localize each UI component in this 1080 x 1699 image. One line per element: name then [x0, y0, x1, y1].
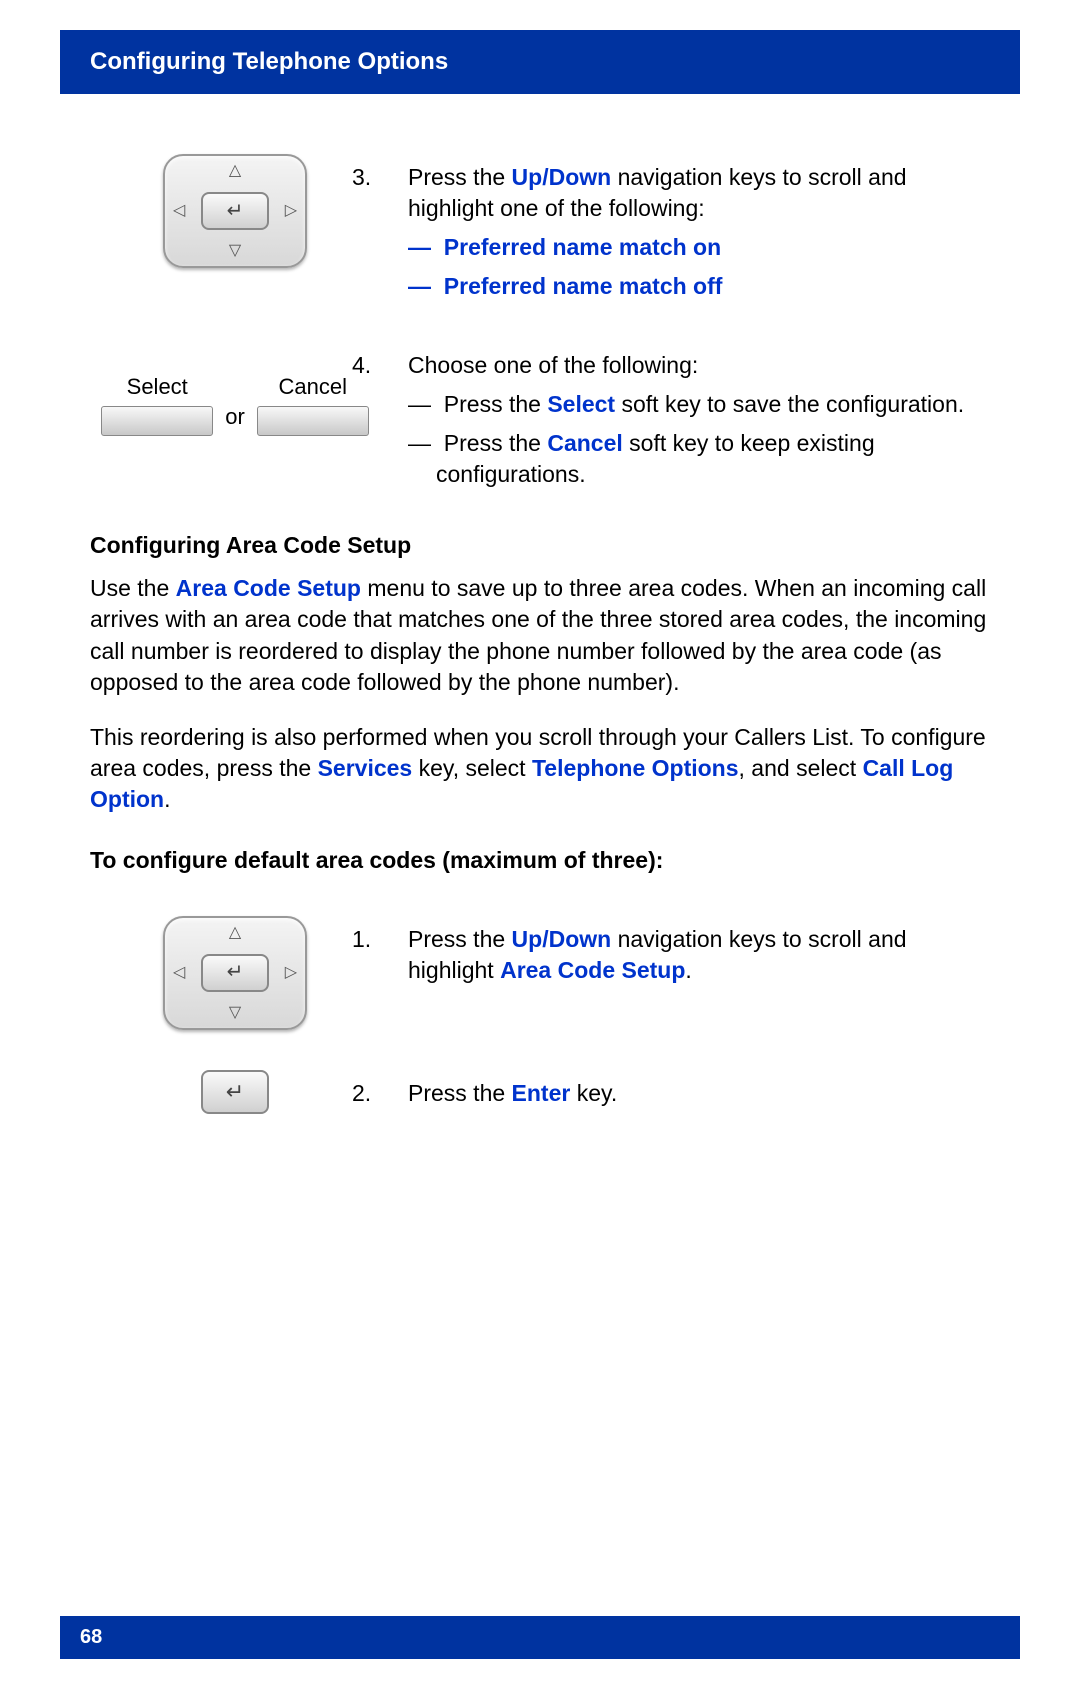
arrow-right-icon: ▷ [285, 200, 297, 222]
p2-post: . [164, 786, 170, 812]
arrow-right-icon: ▷ [285, 962, 297, 984]
s1b-updown: Up/Down [512, 926, 612, 952]
s2b-key: Enter [512, 1080, 571, 1106]
p2-mid2: , and select [739, 755, 863, 781]
select-softkey: Select [101, 372, 213, 436]
step-1b-number: 1. [380, 924, 408, 955]
step3-option-1: — Preferred name match on [380, 232, 990, 263]
step-2b-row: ↵ 2.Press the Enter key. [90, 1070, 990, 1114]
dash: — [408, 234, 431, 260]
step3-option-2: — Preferred name match off [380, 271, 990, 302]
nav-pad-icon: △ ▽ ◁ ▷ ↵ [163, 916, 307, 1030]
cancel-softkey: Cancel [257, 372, 369, 436]
cancel-label: Cancel [279, 372, 347, 402]
subsection-heading: To configure default area codes (maximum… [90, 845, 990, 876]
step-1b-row: △ ▽ ◁ ▷ ↵ 1.Press the Up/Down navigation… [90, 916, 990, 1030]
p1-key: Area Code Setup [176, 575, 361, 601]
arrow-up-icon: △ [229, 160, 241, 182]
s1b-key: Area Code Setup [500, 957, 685, 983]
arrow-up-icon: △ [229, 922, 241, 944]
page-header: Configuring Telephone Options [60, 30, 1020, 94]
s4s2-pre: Press the [444, 430, 548, 456]
s1b-post: . [685, 957, 691, 983]
s2b-post: key. [570, 1080, 617, 1106]
s4s1-key: Select [547, 391, 615, 417]
select-label: Select [127, 372, 188, 402]
s4s2-key: Cancel [547, 430, 622, 456]
cancel-button-icon [257, 406, 369, 436]
content: △ ▽ ◁ ▷ ↵ 3.Press the Up/Down navigation… [0, 94, 1080, 1114]
page: Configuring Telephone Options △ ▽ ◁ ▷ ↵ … [0, 30, 1080, 1699]
or-label: or [221, 402, 249, 436]
step-2b-text: 2.Press the Enter key. [380, 1070, 990, 1109]
p2-k1: Services [318, 755, 413, 781]
p2-mid1: key, select [412, 755, 532, 781]
page-number: 68 [80, 1626, 102, 1648]
dash: — [408, 430, 431, 456]
step-3-text: 3.Press the Up/Down navigation keys to s… [380, 154, 990, 302]
page-title: Configuring Telephone Options [90, 48, 448, 75]
section-para-1: Use the Area Code Setup menu to save up … [90, 573, 990, 697]
step4-sub2: — Press the Cancel soft key to keep exis… [380, 428, 990, 490]
step-4-number: 4. [380, 350, 408, 381]
arrow-left-icon: ◁ [173, 962, 185, 984]
dash: — [408, 273, 431, 299]
step-4-text: 4.Choose one of the following: — Press t… [380, 342, 990, 490]
enter-key-illustration-col: ↵ [90, 1070, 380, 1114]
step-4-row: Select or Cancel 4.Choose one of the fol… [90, 342, 990, 490]
enter-button-icon: ↵ [201, 192, 269, 230]
dash: — [408, 391, 431, 417]
softkey-group: Select or Cancel [101, 372, 369, 436]
enter-button-icon: ↵ [201, 954, 269, 992]
step-3-number: 3. [380, 162, 408, 193]
arrow-down-icon: ▽ [229, 1002, 241, 1024]
s2b-pre: Press the [408, 1080, 512, 1106]
nav-pad-illustration-col-2: △ ▽ ◁ ▷ ↵ [90, 916, 380, 1030]
step3-opt1-label: Preferred name match on [444, 234, 721, 260]
step4-intro: Choose one of the following: [408, 352, 698, 378]
step3-opt2-label: Preferred name match off [444, 273, 723, 299]
p1-pre: Use the [90, 575, 176, 601]
arrow-down-icon: ▽ [229, 240, 241, 262]
step3-updown: Up/Down [512, 164, 612, 190]
p2-k2: Telephone Options [532, 755, 739, 781]
s4s1-post: soft key to save the configuration. [615, 391, 964, 417]
select-button-icon [101, 406, 213, 436]
step-3-row: △ ▽ ◁ ▷ ↵ 3.Press the Up/Down navigation… [90, 154, 990, 302]
page-footer: 68 [60, 1616, 1020, 1659]
step4-sub1: — Press the Select soft key to save the … [380, 389, 990, 420]
arrow-left-icon: ◁ [173, 200, 185, 222]
nav-pad-icon: △ ▽ ◁ ▷ ↵ [163, 154, 307, 268]
s4s1-pre: Press the [444, 391, 548, 417]
nav-pad-illustration-col: △ ▽ ◁ ▷ ↵ [90, 154, 380, 268]
s1b-pre: Press the [408, 926, 512, 952]
step-2b-number: 2. [380, 1078, 408, 1109]
section-para-2: This reordering is also performed when y… [90, 722, 990, 815]
softkey-illustration-col: Select or Cancel [90, 342, 380, 436]
step-1b-text: 1.Press the Up/Down navigation keys to s… [380, 916, 990, 986]
section-heading: Configuring Area Code Setup [90, 530, 990, 561]
step3-pre: Press the [408, 164, 512, 190]
enter-key-icon: ↵ [201, 1070, 269, 1114]
